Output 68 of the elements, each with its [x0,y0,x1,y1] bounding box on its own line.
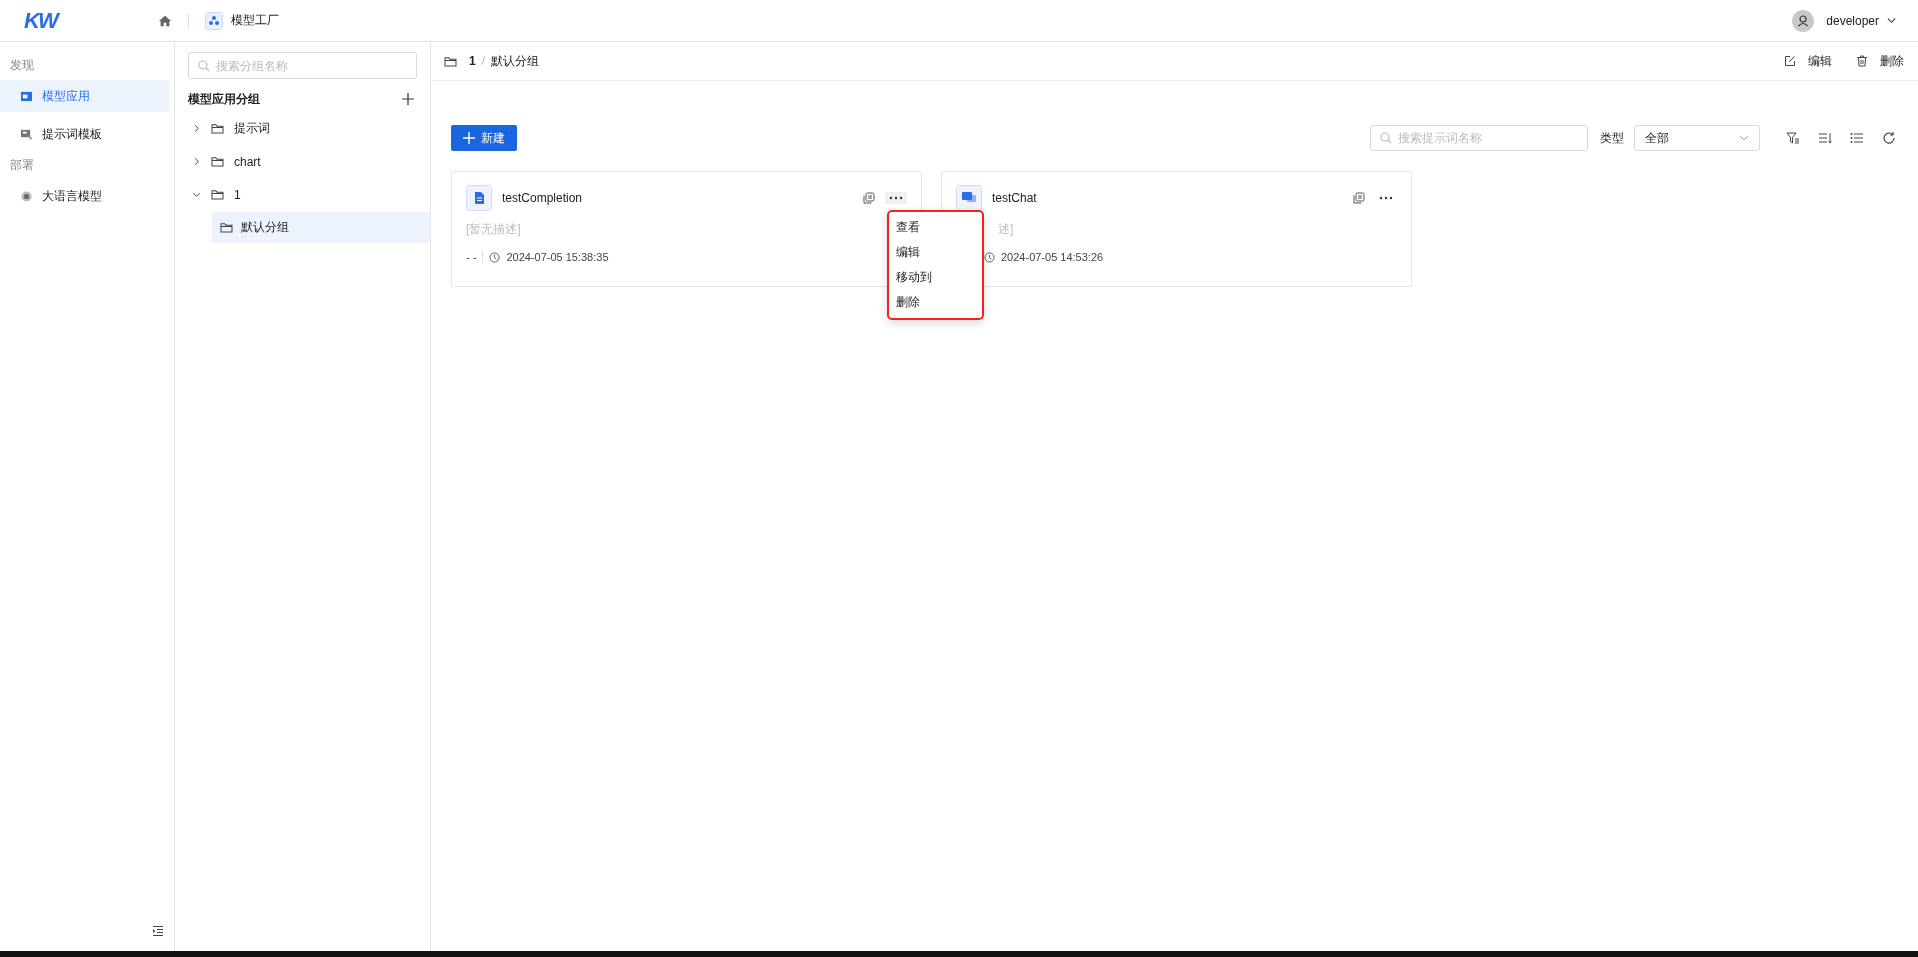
section-title: 部署 [9,157,35,174]
chevron-icon [192,190,201,199]
card-time: 2024-07-05 15:38:35 [506,251,609,263]
add-icon[interactable] [402,93,414,105]
menu-item[interactable]: 删除 [889,290,982,315]
tree-item[interactable]: 默认分组 [212,212,430,243]
card-description: [暂无描述] [466,222,521,236]
logo: KW [24,7,60,34]
avatar-icon[interactable] [1792,9,1815,32]
trash-icon [1856,55,1868,67]
type-select[interactable]: 全部 [1634,125,1760,151]
refresh-icon[interactable] [1882,131,1896,145]
user-name[interactable]: developer [1826,13,1879,28]
search-field[interactable]: 搜索分组名称 [188,52,417,79]
folder-icon [211,123,224,134]
search-field[interactable]: 搜索提示词名称 [1370,125,1588,151]
tree-item[interactable]: 1 [175,179,430,210]
card-time: 2024-07-05 14:53:26 [1001,251,1104,263]
search-icon [1380,132,1392,144]
nav-item[interactable]: 提示词模板 [0,118,169,150]
breadcrumb-link[interactable]: 1 [469,54,476,68]
folder-icon [444,55,457,67]
chevron-icon [192,124,201,133]
card-description: 述] [998,222,1014,236]
search-icon [198,59,210,72]
caret-icon [1739,133,1749,143]
tree-item[interactable]: 提示词 [175,113,430,144]
home-icon[interactable] [158,13,172,28]
panel-title: 模型应用分组 [188,90,260,108]
card-title: testChat [992,191,1037,205]
caret-icon[interactable] [1887,16,1896,25]
breadcrumb-current: 默认分组 [491,52,540,70]
app-title: 模型工厂 [231,12,279,29]
app-icon [21,90,32,102]
more-icon [889,196,903,200]
cube-icon [205,11,223,30]
folder-icon [211,189,224,200]
tree-item[interactable]: chart [175,146,430,177]
app-card[interactable]: testChat 述] 2024-07-05 14:53:26 [941,171,1412,287]
model-icon [21,190,32,202]
copy-icon[interactable] [863,192,875,204]
clock-icon [489,251,501,263]
card-owner: - - [466,251,477,263]
document-icon [466,185,492,211]
edit-button[interactable]: 编辑 [1784,52,1832,70]
nav-item[interactable]: 大语言模型 [0,180,169,212]
type-label: 类型 [1600,129,1624,147]
collapse-icon[interactable] [152,925,164,937]
breadcrumb-separator: / [481,54,486,68]
list-icon[interactable] [1850,131,1864,145]
copy-icon[interactable] [1353,192,1365,204]
chevron-icon [192,157,201,166]
chat-icon [956,185,982,211]
more-icon [1379,196,1393,200]
folder-icon [211,156,224,167]
edit-icon [1784,55,1796,67]
more-button[interactable] [885,192,907,204]
plus-icon [463,132,475,144]
filter-icon[interactable] [1786,131,1800,145]
sort-icon[interactable] [1818,131,1832,145]
nav-item[interactable]: 模型应用 [0,80,169,112]
delete-button[interactable]: 删除 [1856,52,1904,70]
new-button[interactable]: 新建 [451,125,517,151]
folder-icon [220,222,233,233]
template-icon [21,128,32,140]
card-title: testCompletion [502,191,583,205]
section-title: 发现 [9,57,35,74]
clock-icon [984,251,995,263]
